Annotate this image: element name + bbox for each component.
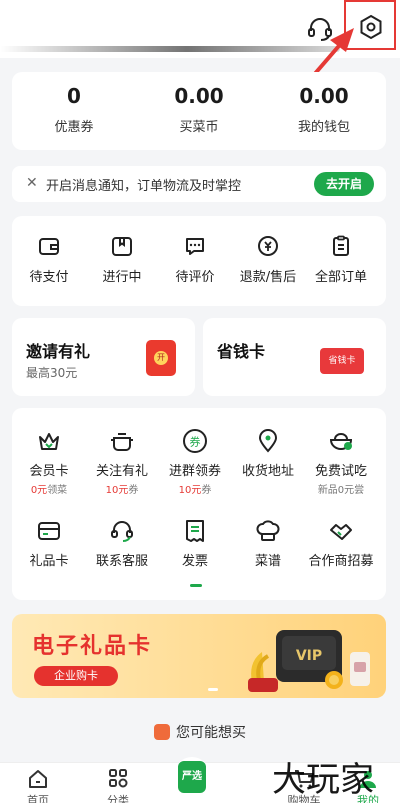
- crown-icon: [39, 433, 59, 450]
- tool-subtitle: 新品0元尝: [317, 485, 365, 496]
- savings-card-icon: 省钱卡: [320, 348, 364, 374]
- coupon-asset[interactable]: 0 优惠券: [12, 84, 136, 135]
- wallet-label: 我的钱包: [297, 120, 350, 135]
- top-bar: [0, 0, 400, 58]
- notification-bar: ✕ 开启消息通知，订单物流及时掌控 去开启: [12, 166, 386, 202]
- tool-label: 联系客服: [95, 554, 148, 569]
- tool-label: 发票: [181, 554, 208, 569]
- tool-label: 收货地址: [241, 464, 294, 479]
- tool-label: 会员卡: [29, 464, 69, 479]
- assets-card: 0 优惠券 0.00 买菜币 0.00 我的钱包: [12, 72, 386, 150]
- coin-label: 买菜币: [179, 120, 219, 135]
- tab-label: 首页: [27, 794, 49, 803]
- member-card-item[interactable]: 会员卡 0元领菜: [12, 428, 86, 496]
- invite-promo-card[interactable]: 邀请有礼 最高30元: [12, 318, 195, 396]
- services-grid: 会员卡 0元领菜 关注有礼 10元券 券 进群领券 10元券 收货地址 免费试吃…: [12, 408, 386, 600]
- vip-label: VIP: [296, 648, 322, 664]
- comment-icon: [186, 238, 204, 255]
- gift-card-icon: [38, 522, 60, 540]
- tool-label: 合作商招募: [308, 554, 374, 569]
- invite-title: 邀请有礼: [26, 342, 91, 361]
- tool-label: 免费试吃: [314, 464, 367, 479]
- orders-card: 待支付 进行中 待评价 退款/售后 全部订单: [12, 216, 386, 306]
- banner-title: 电子礼品卡: [32, 634, 153, 659]
- enable-notification-button[interactable]: 去开启: [314, 172, 374, 196]
- notification-text: 开启消息通知，订单物流及时掌控: [46, 179, 242, 194]
- order-label: 退款/售后: [239, 270, 297, 285]
- refund-icon: [258, 236, 278, 256]
- red-envelope-icon: [146, 340, 176, 376]
- vip-wallet-illustration: VIP: [248, 630, 370, 692]
- tool-subtitle: 10元券: [105, 485, 139, 496]
- order-refund[interactable]: 退款/售后: [231, 234, 305, 285]
- tool-subtitle: 0元领菜: [30, 485, 68, 496]
- settings-button[interactable]: [344, 0, 396, 50]
- featured-bag-icon: 严选: [178, 761, 206, 793]
- invite-subtitle: 最高30元: [26, 366, 78, 380]
- tool-label: 进群领券: [168, 464, 221, 479]
- tool-subtitle: 10元券: [178, 485, 212, 496]
- order-label: 待支付: [29, 270, 69, 285]
- follow-gift-item[interactable]: 关注有礼 10元券: [85, 428, 159, 496]
- tab-featured[interactable]: 严选: [174, 757, 210, 797]
- category-icon: [109, 769, 128, 788]
- wallet-icon: [39, 238, 59, 255]
- partner-recruit-item[interactable]: 合作商招募: [304, 518, 378, 569]
- clipboard-icon: [333, 235, 349, 256]
- tab-home[interactable]: 首页: [10, 769, 66, 803]
- gift-card-banner[interactable]: 电子礼品卡 企业购卡 VIP: [12, 614, 386, 698]
- location-icon: [258, 429, 278, 453]
- tool-label: 礼品卡: [29, 554, 69, 569]
- order-label: 待评价: [175, 270, 215, 285]
- shopping-bag-icon: [154, 724, 170, 740]
- coupon-badge-text: 券: [190, 435, 201, 449]
- order-all[interactable]: 全部订单: [304, 234, 378, 285]
- corporate-purchase-button[interactable]: 企业购卡: [34, 666, 118, 686]
- coupon-icon: 券: [183, 429, 207, 453]
- home-icon: [29, 770, 47, 788]
- order-to-review[interactable]: 待评价: [158, 234, 232, 285]
- pot-icon: [111, 433, 133, 451]
- tool-label: 菜谱: [254, 554, 281, 569]
- order-label: 进行中: [102, 270, 142, 285]
- headset-icon: [111, 521, 133, 542]
- customer-service-icon[interactable]: [305, 15, 335, 43]
- coupon-value: 0: [67, 84, 81, 108]
- customer-service-item[interactable]: 联系客服: [85, 518, 159, 569]
- page-indicator: [190, 584, 202, 587]
- coin-value: 0.00: [174, 84, 224, 108]
- invoice-item[interactable]: 发票: [158, 518, 232, 569]
- coupon-label: 优惠券: [54, 120, 94, 135]
- order-pending-payment[interactable]: 待支付: [12, 234, 86, 285]
- invoice-icon: [186, 520, 204, 542]
- savings-card-title: 省钱卡: [217, 342, 266, 361]
- close-icon[interactable]: ✕: [26, 175, 38, 191]
- tab-label: 分类: [107, 794, 129, 803]
- tool-label: 关注有礼: [95, 464, 148, 479]
- address-item[interactable]: 收货地址: [231, 428, 305, 479]
- join-group-item[interactable]: 券 进群领券 10元券: [158, 428, 232, 496]
- banner-page-indicator: [208, 688, 218, 691]
- watermark-text: 大玩家: [272, 760, 374, 800]
- wallet-value: 0.00: [299, 84, 349, 108]
- recommendations-header: 您可能想买: [0, 722, 400, 742]
- coin-asset[interactable]: 0.00 买菜币: [137, 84, 261, 135]
- recommendations-title: 您可能想买: [176, 725, 246, 741]
- handshake-icon: [330, 524, 352, 540]
- bowl-icon: [329, 433, 353, 450]
- free-trial-item[interactable]: 免费试吃 新品0元尝: [304, 428, 378, 496]
- order-label: 全部订单: [314, 270, 367, 285]
- header-swoosh: [0, 46, 340, 52]
- settings-icon: [360, 14, 382, 40]
- recipes-item[interactable]: 菜谱: [231, 518, 305, 569]
- chef-hat-icon: [256, 520, 280, 541]
- tab-category[interactable]: 分类: [90, 769, 146, 803]
- package-icon: [112, 237, 132, 256]
- order-in-progress[interactable]: 进行中: [85, 234, 159, 285]
- savings-card-promo[interactable]: 省钱卡 省钱卡: [203, 318, 386, 396]
- gift-card-item[interactable]: 礼品卡: [12, 518, 86, 569]
- wallet-asset[interactable]: 0.00 我的钱包: [262, 84, 386, 135]
